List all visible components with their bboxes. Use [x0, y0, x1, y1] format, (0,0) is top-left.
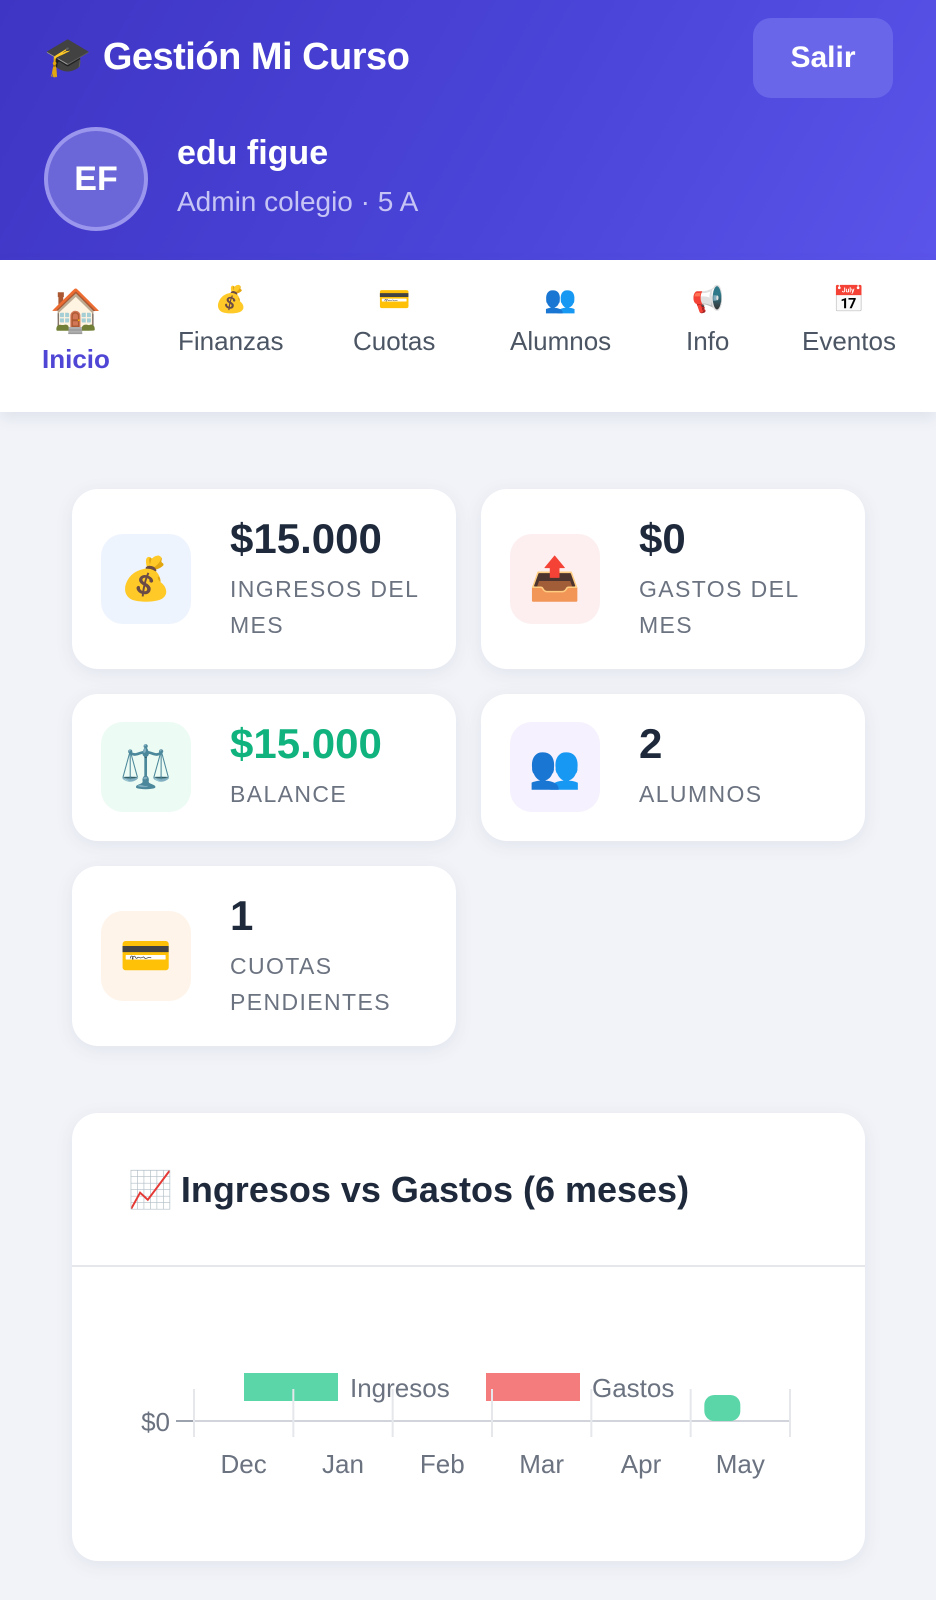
bar-chart: Ingresos Gastos $0 Dec Jan Feb Mar Apr May — [141, 1373, 791, 1479]
logout-button[interactable]: Salir — [753, 18, 893, 98]
tab-eventos[interactable]: 📅 Eventos — [802, 286, 896, 357]
x-tick-label: Dec — [221, 1449, 267, 1479]
stat-label: GASTOS DEL MES — [639, 576, 799, 638]
stat-label: CUOTAS PENDIENTES — [230, 953, 391, 1015]
user-role: Admin colegio · 5 A — [177, 186, 419, 217]
credit-card-icon: 💳 — [101, 911, 191, 1001]
app-title: 🎓 Gestión Mi Curso — [44, 36, 410, 79]
x-tick-label: May — [716, 1449, 765, 1479]
legend-swatch — [244, 1373, 338, 1401]
main-tabs: 🏠 Inicio 💰 Finanzas 💳 Cuotas 👥 Alumnos 📢… — [0, 260, 936, 412]
stat-value: $0 — [639, 515, 686, 562]
stat-card-balance[interactable]: ⚖️ $15.000 BALANCE — [72, 694, 456, 841]
stat-value: $15.000 — [230, 720, 382, 767]
stat-label: INGRESOS DEL MES — [230, 576, 419, 638]
stat-card-cuotas-pendientes[interactable]: 💳 1 CUOTAS PENDIENTES — [72, 866, 456, 1046]
credit-card-icon: 💳 — [378, 284, 411, 314]
tab-finanzas[interactable]: 💰 Finanzas — [178, 286, 284, 357]
app-header: 🎓 Gestión Mi Curso Salir EF edu figue Ad… — [0, 0, 936, 260]
tab-label: Info — [686, 326, 730, 356]
chart-title: 📈 Ingresos vs Gastos (6 meses) — [128, 1169, 689, 1211]
megaphone-icon: 📢 — [691, 284, 724, 314]
tab-label: Alumnos — [510, 326, 612, 356]
stat-value: 1 — [230, 892, 254, 939]
stat-card-alumnos[interactable]: 👥 2 ALUMNOS — [481, 694, 865, 841]
outbox-tray-icon: 📤 — [510, 534, 600, 624]
graduation-cap-icon: 🎓 — [44, 36, 91, 79]
tab-info[interactable]: 📢 Info — [686, 286, 729, 357]
y-tick-label: $0 — [141, 1407, 170, 1437]
avatar: EF — [44, 127, 148, 231]
tab-cuotas[interactable]: 💳 Cuotas — [353, 286, 435, 357]
tab-inicio[interactable]: 🏠 Inicio — [42, 290, 110, 375]
house-icon: 🏠 — [49, 287, 103, 334]
stat-value: $15.000 — [230, 515, 382, 562]
x-tick-label: Feb — [420, 1449, 465, 1479]
chart-card: 📈 Ingresos vs Gastos (6 meses) Ingresos G… — [72, 1113, 865, 1561]
users-icon: 👥 — [544, 284, 577, 314]
x-tick-label: Apr — [621, 1449, 662, 1479]
stat-label: BALANCE — [230, 781, 348, 807]
user-name: edu figue — [177, 134, 329, 172]
x-tick-label: Jan — [322, 1449, 364, 1479]
bar-ingresos — [704, 1395, 741, 1421]
calendar-icon: 📅 — [832, 284, 866, 314]
stat-value: 2 — [639, 720, 663, 767]
chart-increasing-icon: 📈 — [128, 1169, 173, 1210]
users-icon: 👥 — [510, 722, 600, 812]
x-tick-label: Mar — [519, 1449, 564, 1479]
legend-label: Ingresos — [350, 1373, 450, 1403]
tab-label: Cuotas — [353, 326, 436, 356]
money-bag-icon: 💰 — [214, 284, 247, 314]
tab-label: Eventos — [802, 326, 896, 356]
tab-alumnos[interactable]: 👥 Alumnos — [510, 286, 611, 357]
tab-label: Finanzas — [178, 326, 284, 356]
balance-scale-icon: ⚖️ — [101, 722, 191, 812]
stat-card-gastos[interactable]: 📤 $0 GASTOS DEL MES — [481, 489, 865, 669]
tab-label: Inicio — [42, 344, 110, 374]
stat-label: ALUMNOS — [639, 781, 763, 807]
stat-card-ingresos[interactable]: 💰 $15.000 INGRESOS DEL MES — [72, 489, 456, 669]
legend-label: Gastos — [592, 1373, 674, 1403]
legend-swatch — [486, 1373, 580, 1401]
chart-title-text: Ingresos vs Gastos (6 meses) — [180, 1169, 690, 1210]
app-title-text: Gestión Mi Curso — [102, 36, 410, 78]
money-bag-icon: 💰 — [101, 534, 191, 624]
